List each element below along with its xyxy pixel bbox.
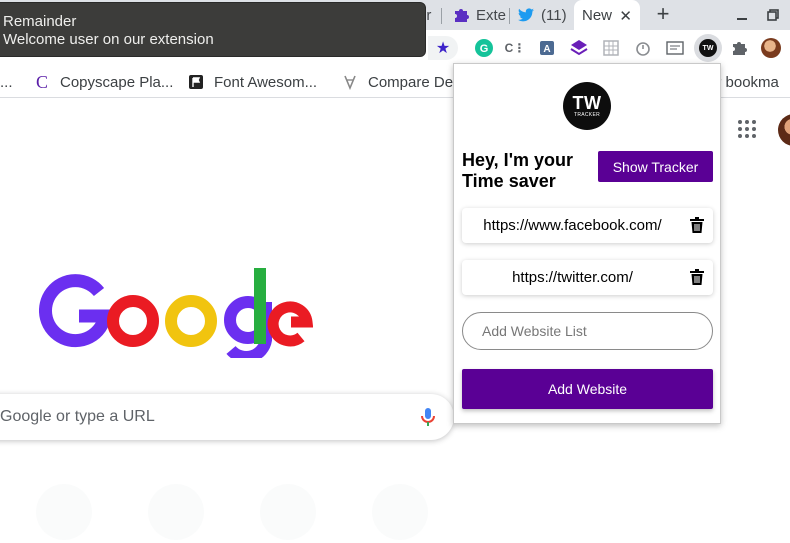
add-website-input[interactable]	[462, 312, 713, 350]
bookmark-label: Copyscape Pla...	[60, 73, 174, 91]
tab-extensions[interactable]: Exte	[446, 0, 510, 30]
ext-notes-icon[interactable]	[665, 38, 685, 58]
extensions-puzzle-icon[interactable]	[729, 38, 749, 58]
tab-label: Exte	[476, 6, 507, 24]
close-icon[interactable]: ✕	[619, 7, 632, 25]
website-list-item: https://twitter.com/	[462, 260, 713, 295]
compare-icon	[342, 74, 358, 90]
microphone-icon[interactable]	[419, 407, 437, 427]
svg-text:G: G	[480, 43, 489, 55]
tab-new-tab[interactable]: New ✕	[574, 0, 640, 30]
profile-avatar[interactable]	[761, 38, 781, 58]
bookmark-ellipsis[interactable]: ...	[0, 72, 13, 92]
logo-sub-text: TRACKER	[574, 112, 600, 118]
notification-popup[interactable]: Remainder Welcome user on our extension	[0, 2, 426, 57]
trash-icon[interactable]	[690, 269, 704, 285]
website-list-item: https://www.facebook.com/	[462, 208, 713, 243]
ext-layers-icon[interactable]	[569, 38, 589, 58]
apps-grid-icon[interactable]	[736, 118, 758, 140]
bookmark-compare[interactable]: Compare Des	[342, 72, 461, 92]
ext-grid-icon[interactable]	[601, 38, 621, 58]
trash-icon[interactable]	[690, 217, 704, 233]
puzzle-icon	[452, 6, 470, 24]
bookmark-label: Font Awesom...	[214, 73, 318, 91]
tab-label: New	[582, 6, 613, 24]
restore-icon	[767, 9, 779, 21]
logo-main-text: TW	[572, 93, 602, 113]
bookmark-label: ...	[0, 73, 13, 91]
svg-text:A: A	[543, 44, 550, 55]
tw-tracker-popup: TW TRACKER Hey, I'm your Time saver Show…	[453, 63, 721, 424]
copyscape-c-icon: C	[35, 71, 48, 92]
browser-window: or Exte (11) New ✕ + ★	[0, 0, 790, 543]
shortcut-tile[interactable]	[372, 484, 428, 540]
ext-timer-icon[interactable]	[633, 38, 653, 58]
bookmark-star-icon[interactable]: ★	[428, 36, 458, 60]
tw-tracker-extension-button[interactable]: TW	[694, 34, 722, 62]
shortcut-tile[interactable]	[148, 484, 204, 540]
minimize-icon	[737, 18, 747, 20]
notification-title: Remainder	[3, 13, 77, 30]
grammarly-icon[interactable]: G	[474, 38, 494, 58]
minimize-button[interactable]	[731, 4, 753, 26]
search-input[interactable]	[0, 394, 380, 440]
google-search-box[interactable]	[0, 394, 454, 440]
ext-a-icon[interactable]: A	[537, 38, 557, 58]
tw-tracker-logo: TW TRACKER	[563, 82, 611, 130]
twitter-bird-icon	[517, 6, 535, 24]
restore-button[interactable]	[762, 4, 784, 26]
popup-heading: Hey, I'm your Time saver	[462, 150, 573, 191]
tab-twitter[interactable]: (11)	[511, 0, 573, 30]
shortcut-tile[interactable]	[260, 484, 316, 540]
new-tab-button[interactable]: +	[652, 1, 674, 26]
shortcut-tile[interactable]	[36, 484, 92, 540]
tab-separator	[509, 8, 510, 24]
website-url: https://www.facebook.com/	[483, 217, 662, 234]
add-website-button[interactable]: Add Website	[462, 369, 713, 409]
account-avatar[interactable]	[778, 114, 790, 146]
ext-c-icon[interactable]: C⋮	[505, 38, 526, 58]
bookmark-label: Compare Des	[368, 73, 461, 91]
show-tracker-button[interactable]: Show Tracker	[598, 151, 713, 182]
tw-tracker-icon: TW	[699, 39, 717, 57]
website-url: https://twitter.com/	[512, 269, 633, 286]
notification-body: Welcome user on our extension	[3, 31, 214, 48]
tab-separator	[441, 8, 442, 24]
flag-icon	[188, 74, 204, 90]
bookmark-font-awesome[interactable]: Font Awesom...	[188, 72, 317, 92]
google-logo	[39, 268, 313, 358]
bookmark-copyscape[interactable]: C Copyscape Pla...	[34, 72, 173, 92]
tab-label: (11)	[541, 6, 567, 24]
